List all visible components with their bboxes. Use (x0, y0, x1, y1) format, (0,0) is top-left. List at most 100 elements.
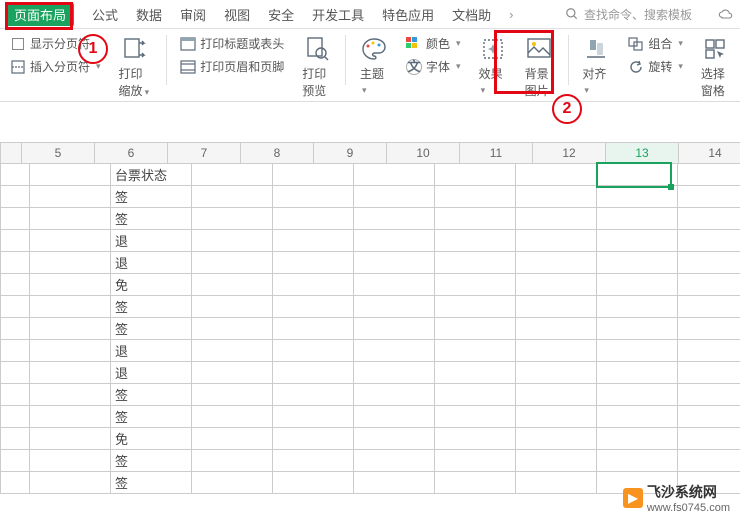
cell[interactable] (354, 208, 435, 230)
cell[interactable] (354, 472, 435, 494)
cell[interactable] (0, 186, 30, 208)
print-title[interactable]: 打印标题或表头 (180, 35, 284, 52)
cell[interactable] (678, 428, 740, 450)
cell[interactable] (30, 296, 111, 318)
cell[interactable] (678, 340, 740, 362)
column-header-active[interactable]: 13 (606, 143, 679, 163)
cell[interactable] (597, 186, 678, 208)
cell[interactable] (273, 384, 354, 406)
cell[interactable]: 台票状态 (111, 164, 192, 186)
cell[interactable]: 退 (111, 252, 192, 274)
more-tabs-caret[interactable]: › (509, 7, 513, 22)
cell[interactable] (192, 164, 273, 186)
cell[interactable]: 签 (111, 208, 192, 230)
show-page-break[interactable]: 显示分页符 (10, 35, 101, 52)
print-preview-button[interactable]: 打印预览 (298, 35, 335, 99)
cell[interactable] (354, 384, 435, 406)
cell[interactable] (678, 318, 740, 340)
cell[interactable] (354, 230, 435, 252)
cell[interactable]: 签 (111, 450, 192, 472)
cell[interactable] (435, 208, 516, 230)
cell[interactable] (516, 208, 597, 230)
cell[interactable] (0, 296, 30, 318)
cell[interactable] (678, 296, 740, 318)
cell[interactable] (273, 230, 354, 252)
tab-data[interactable]: 数据 (136, 5, 162, 24)
cell[interactable] (0, 362, 30, 384)
cell[interactable] (30, 274, 111, 296)
cell[interactable] (354, 318, 435, 340)
cell[interactable] (30, 318, 111, 340)
cell[interactable] (30, 362, 111, 384)
cell[interactable] (516, 164, 597, 186)
cell[interactable] (516, 472, 597, 494)
insert-page-break[interactable]: 插入分页符 ▾ (10, 58, 101, 75)
cell[interactable] (192, 472, 273, 494)
column-header[interactable]: 10 (387, 143, 460, 163)
cell[interactable] (273, 186, 354, 208)
cell[interactable] (192, 362, 273, 384)
cell[interactable] (30, 384, 111, 406)
cell[interactable] (354, 186, 435, 208)
cell[interactable]: 签 (111, 406, 192, 428)
cell[interactable] (516, 384, 597, 406)
cell[interactable] (30, 208, 111, 230)
cell[interactable] (192, 274, 273, 296)
column-header[interactable]: 9 (314, 143, 387, 163)
cell[interactable] (597, 340, 678, 362)
cell[interactable] (354, 274, 435, 296)
cell[interactable] (192, 252, 273, 274)
cell[interactable]: 退 (111, 362, 192, 384)
cell[interactable] (273, 274, 354, 296)
tab-view[interactable]: 视图 (224, 5, 250, 24)
cell[interactable] (678, 208, 740, 230)
cell[interactable] (0, 164, 30, 186)
cell[interactable] (192, 296, 273, 318)
cell[interactable] (30, 164, 111, 186)
cell[interactable] (0, 406, 30, 428)
cell[interactable] (597, 362, 678, 384)
tab-special[interactable]: 特色应用 (382, 5, 434, 24)
cell[interactable] (192, 428, 273, 450)
cell[interactable] (597, 296, 678, 318)
cell[interactable] (678, 406, 740, 428)
cell[interactable] (678, 230, 740, 252)
cell[interactable] (354, 164, 435, 186)
tab-developer[interactable]: 开发工具 (312, 5, 364, 24)
cell[interactable]: 免 (111, 274, 192, 296)
print-scaling-button[interactable]: 打印缩放▾ (115, 35, 156, 99)
cell[interactable] (0, 230, 30, 252)
cell[interactable] (516, 296, 597, 318)
cell[interactable] (678, 164, 740, 186)
theme-button[interactable]: 主题▾ (356, 35, 392, 96)
cell[interactable] (516, 406, 597, 428)
cell[interactable] (597, 274, 678, 296)
cell[interactable] (435, 362, 516, 384)
cell[interactable] (678, 274, 740, 296)
cell[interactable] (516, 428, 597, 450)
cell[interactable] (435, 340, 516, 362)
effect-button[interactable]: 效果▾ (475, 35, 511, 96)
cell[interactable] (516, 318, 597, 340)
cell[interactable] (435, 472, 516, 494)
cell[interactable] (192, 406, 273, 428)
cell[interactable] (30, 428, 111, 450)
spreadsheet[interactable]: 5 6 7 8 9 10 11 12 13 14 台票状态签签退退免签签退退签签… (0, 142, 740, 494)
cell[interactable] (0, 472, 30, 494)
cell[interactable]: 签 (111, 318, 192, 340)
cell[interactable] (435, 406, 516, 428)
cell[interactable] (516, 340, 597, 362)
cell[interactable] (435, 450, 516, 472)
cell[interactable] (192, 450, 273, 472)
cell[interactable] (597, 230, 678, 252)
cell[interactable] (192, 318, 273, 340)
cell[interactable] (597, 318, 678, 340)
cloud-sync-icon[interactable] (718, 6, 734, 22)
cell[interactable] (678, 252, 740, 274)
cell[interactable] (354, 406, 435, 428)
cell[interactable] (0, 450, 30, 472)
cell[interactable] (273, 450, 354, 472)
cell[interactable] (435, 274, 516, 296)
cell[interactable] (354, 252, 435, 274)
cell[interactable] (0, 340, 30, 362)
